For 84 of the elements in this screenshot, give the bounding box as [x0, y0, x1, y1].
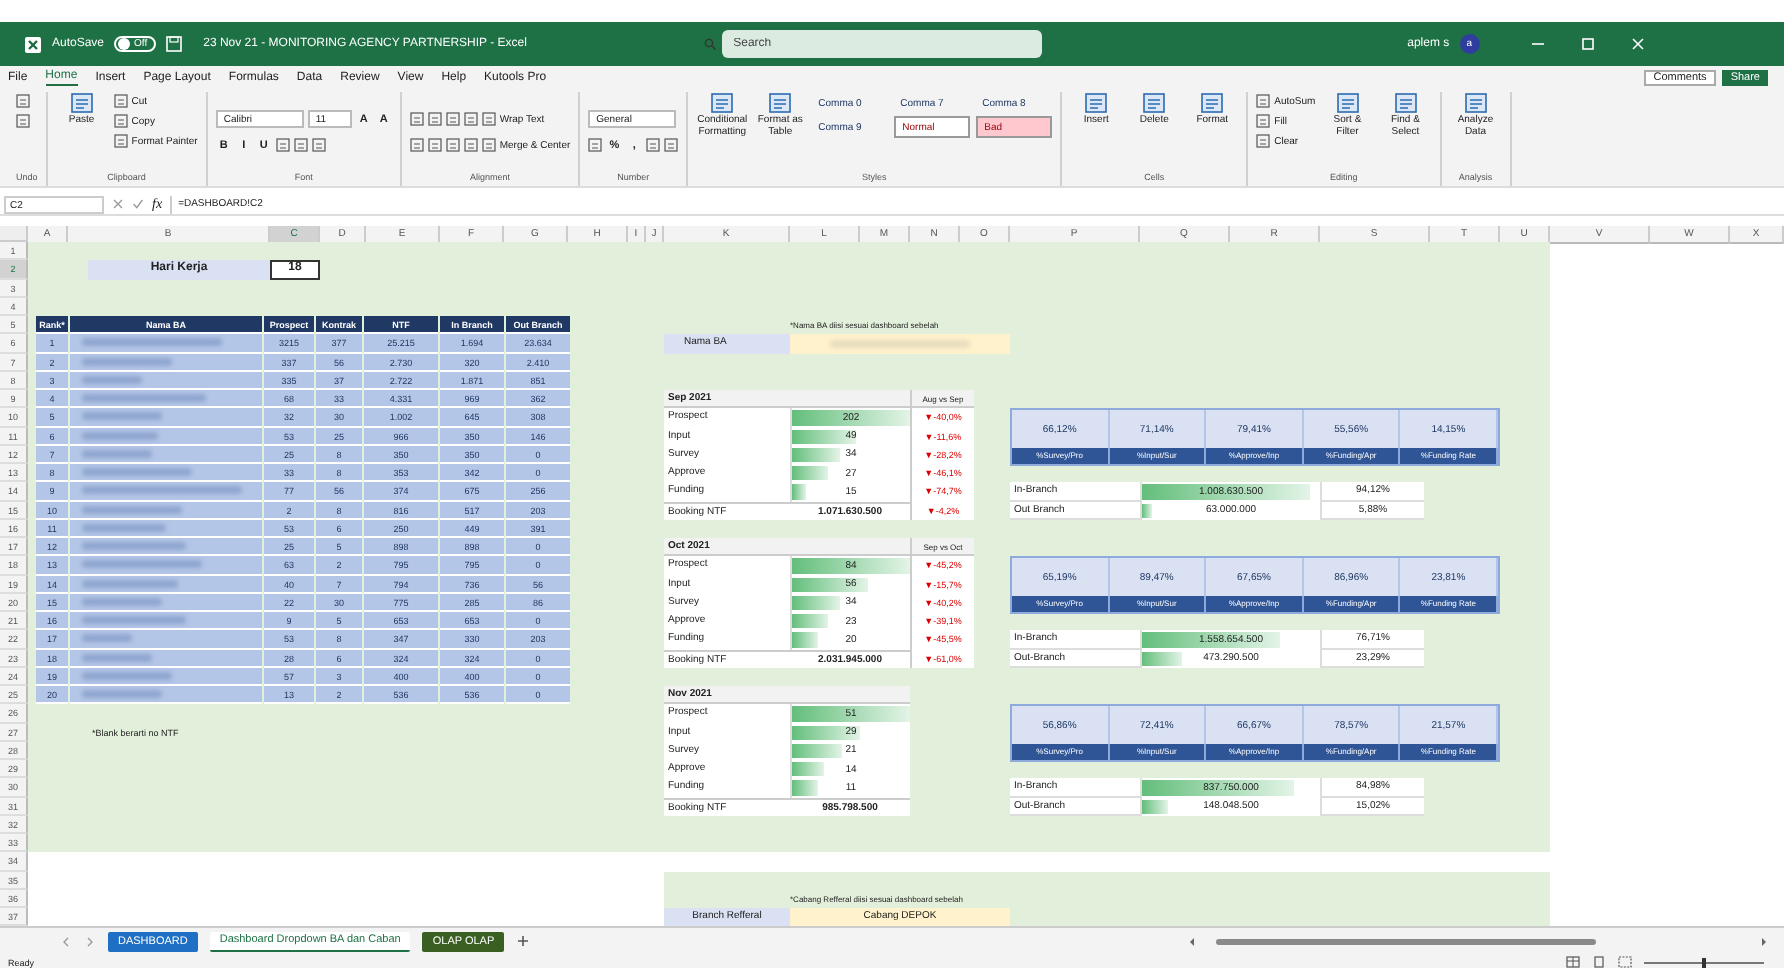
tool-icon — [1393, 92, 1418, 114]
tool-icon — [1200, 92, 1225, 114]
blurred-name — [82, 375, 142, 384]
blurred-name — [82, 597, 162, 606]
blurred-name — [82, 542, 186, 551]
blurred-name — [82, 653, 152, 662]
blurred-name — [82, 412, 162, 421]
tool-icon — [481, 112, 496, 126]
tool-icon — [69, 92, 94, 114]
tool-icon — [1256, 114, 1271, 128]
tool-icon — [311, 138, 326, 152]
horizontal-scrollbar[interactable] — [1188, 935, 1768, 948]
normal-view-icon[interactable] — [1566, 956, 1580, 968]
blurred-name — [82, 449, 152, 458]
tool-icon — [16, 94, 30, 108]
tool-button[interactable] — [664, 136, 679, 154]
save-icon[interactable] — [165, 36, 182, 52]
tool-icon — [275, 138, 290, 152]
blurred-name — [82, 690, 162, 699]
tool-button[interactable] — [311, 136, 326, 154]
tool-icon — [16, 114, 30, 128]
tool-button[interactable] — [427, 110, 442, 128]
blurred-name — [82, 671, 172, 680]
blurred-name — [82, 560, 202, 569]
tool-button[interactable] — [293, 136, 308, 154]
tool-button[interactable] — [409, 110, 424, 128]
tool-icon — [409, 112, 424, 126]
page-layout-icon[interactable] — [1592, 956, 1606, 968]
tool-icon — [481, 138, 496, 152]
tool-icon — [1142, 92, 1167, 114]
previous-icon[interactable] — [60, 935, 72, 948]
tool-icon — [113, 134, 128, 148]
next-icon[interactable] — [84, 935, 96, 948]
tool-button[interactable] — [445, 110, 460, 128]
tool-button[interactable] — [427, 136, 442, 154]
page-break-icon[interactable] — [1618, 956, 1632, 968]
tool-icon — [427, 138, 442, 152]
tool-icon — [427, 112, 442, 126]
spreadsheet-logo-icon — [24, 35, 42, 53]
blurred-name — [82, 338, 222, 347]
tool-button[interactable] — [463, 136, 478, 154]
tool-button[interactable] — [16, 112, 30, 130]
cancel-icon[interactable] — [112, 198, 124, 210]
blurred-name — [82, 579, 178, 588]
close-icon[interactable] — [1629, 36, 1646, 52]
blurred-name — [82, 616, 186, 625]
blurred-name — [82, 468, 192, 477]
tool-icon — [113, 94, 128, 108]
tool-icon — [1335, 92, 1360, 114]
blurred-name — [82, 523, 166, 532]
tool-icon — [1084, 92, 1109, 114]
tool-button[interactable] — [463, 110, 478, 128]
tool-icon — [588, 138, 603, 152]
maximize-icon[interactable] — [1579, 36, 1596, 52]
check-icon[interactable] — [132, 198, 144, 210]
tool-icon — [1256, 134, 1271, 148]
blurred-name — [82, 394, 206, 403]
tool-button[interactable] — [16, 92, 30, 110]
tool-icon — [768, 92, 793, 114]
tool-button[interactable] — [588, 136, 603, 154]
tool-icon — [113, 114, 128, 128]
tool-icon — [293, 138, 308, 152]
tool-icon — [463, 112, 478, 126]
tool-icon — [445, 138, 460, 152]
tool-icon — [710, 92, 735, 114]
blurred-name — [82, 357, 172, 366]
dropdown-field[interactable] — [790, 334, 1010, 353]
tool-icon — [1256, 94, 1271, 108]
add-sheet-icon[interactable] — [516, 934, 531, 949]
search-icon — [703, 38, 716, 50]
tool-icon — [664, 138, 679, 152]
tool-button[interactable] — [275, 136, 290, 154]
select-all-corner[interactable] — [0, 226, 28, 242]
blurred-name — [82, 634, 132, 643]
tool-button[interactable] — [409, 136, 424, 154]
tool-button[interactable] — [445, 136, 460, 154]
tool-icon — [409, 138, 424, 152]
tool-icon — [445, 112, 460, 126]
tool-button[interactable] — [646, 136, 661, 154]
tool-icon — [463, 138, 478, 152]
tool-icon — [646, 138, 661, 152]
blurred-name — [82, 505, 182, 514]
blurred-name — [82, 431, 158, 440]
tool-icon — [1463, 92, 1488, 114]
